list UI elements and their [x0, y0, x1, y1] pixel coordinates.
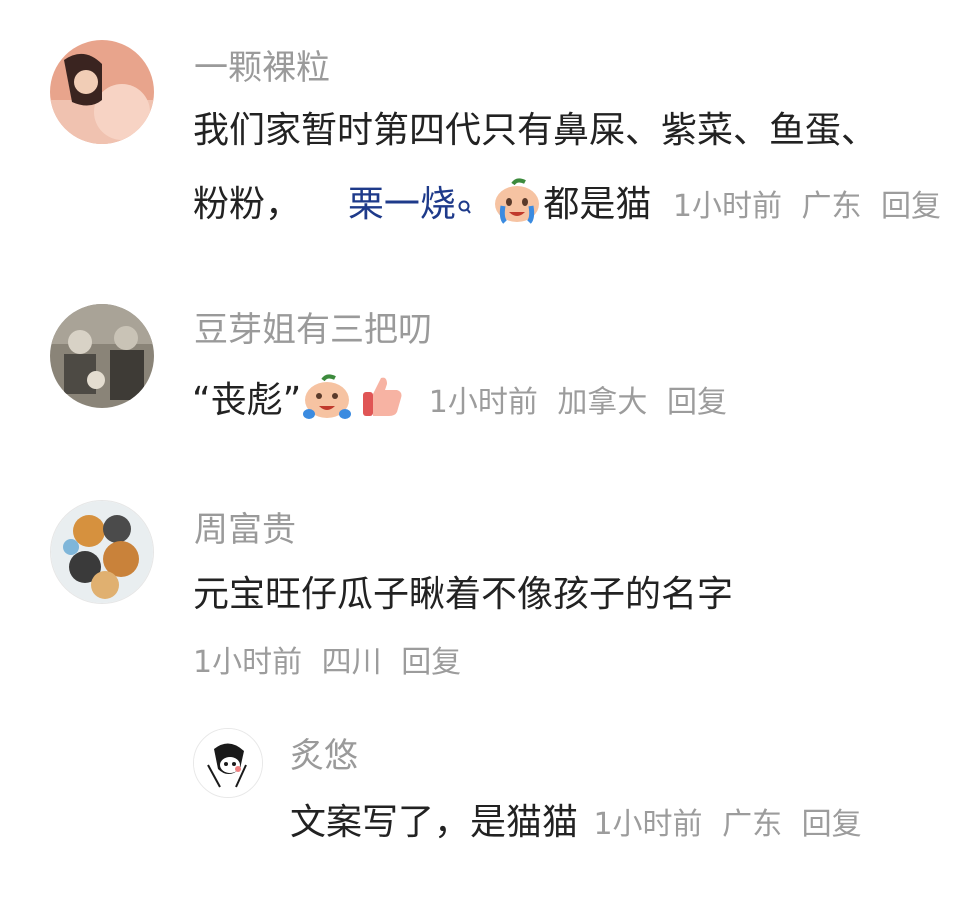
timestamp: 1小时前 [593, 807, 703, 842]
comment-text-line: 文案写了，是猫猫 1小时前 广东 回复 [290, 800, 872, 848]
comment-text: “丧彪” [192, 380, 302, 421]
timestamp: 1小时前 [428, 385, 538, 420]
thumbs-up-emoji [357, 372, 405, 432]
search-icon [458, 182, 472, 228]
comment-meta: 1小时前 四川 回复 [193, 640, 471, 686]
crying-face-emoji [491, 176, 543, 236]
avatar[interactable] [50, 500, 154, 604]
comment-text: 都是猫 [543, 184, 652, 225]
comment-meta: 1小时前 广东 回复 [593, 807, 871, 842]
comment-meta: 1小时前 加拿大 回复 [429, 385, 737, 420]
username[interactable]: 豆芽姐有三把叨 [194, 310, 432, 350]
comment-text-line2: 粉粉， 栗一烧 都是猫 1小时前 广东 回复 [193, 176, 951, 236]
avatar[interactable] [50, 304, 154, 408]
timestamp: 1小时前 [672, 189, 782, 224]
location: 广东 [722, 807, 783, 842]
comment-text: 元宝旺仔瓜子瞅着不像孩子的名字 [193, 574, 734, 615]
location: 四川 [321, 645, 382, 680]
reply-button[interactable]: 回复 [401, 645, 461, 680]
username[interactable]: 周富贵 [194, 510, 296, 550]
comment-text-line: “丧彪” 1小时前 加拿大 回复 [192, 372, 737, 432]
crying-face-emoji [301, 372, 353, 432]
mention-text[interactable]: 栗一烧 [348, 184, 456, 225]
reply-button[interactable]: 回复 [802, 807, 862, 842]
comment-meta: 1小时前 广东 回复 [673, 189, 951, 224]
comment-text: 粉粉， [193, 184, 302, 225]
timestamp: 1小时前 [193, 645, 303, 680]
location: 加拿大 [557, 385, 648, 420]
comment-text: 文案写了，是猫猫 [290, 802, 579, 843]
avatar[interactable] [193, 728, 263, 798]
username[interactable]: 炙悠 [290, 736, 358, 776]
comment-text: 我们家暂时第四代只有鼻屎、紫菜、鱼蛋、 [193, 110, 878, 151]
avatar[interactable] [50, 40, 154, 144]
reply-button[interactable]: 回复 [881, 189, 941, 224]
location: 广东 [801, 189, 862, 224]
reply-button[interactable]: 回复 [667, 385, 727, 420]
username[interactable]: 一颗裸粒 [194, 48, 330, 88]
mention-link[interactable]: 栗一烧 [348, 184, 483, 225]
